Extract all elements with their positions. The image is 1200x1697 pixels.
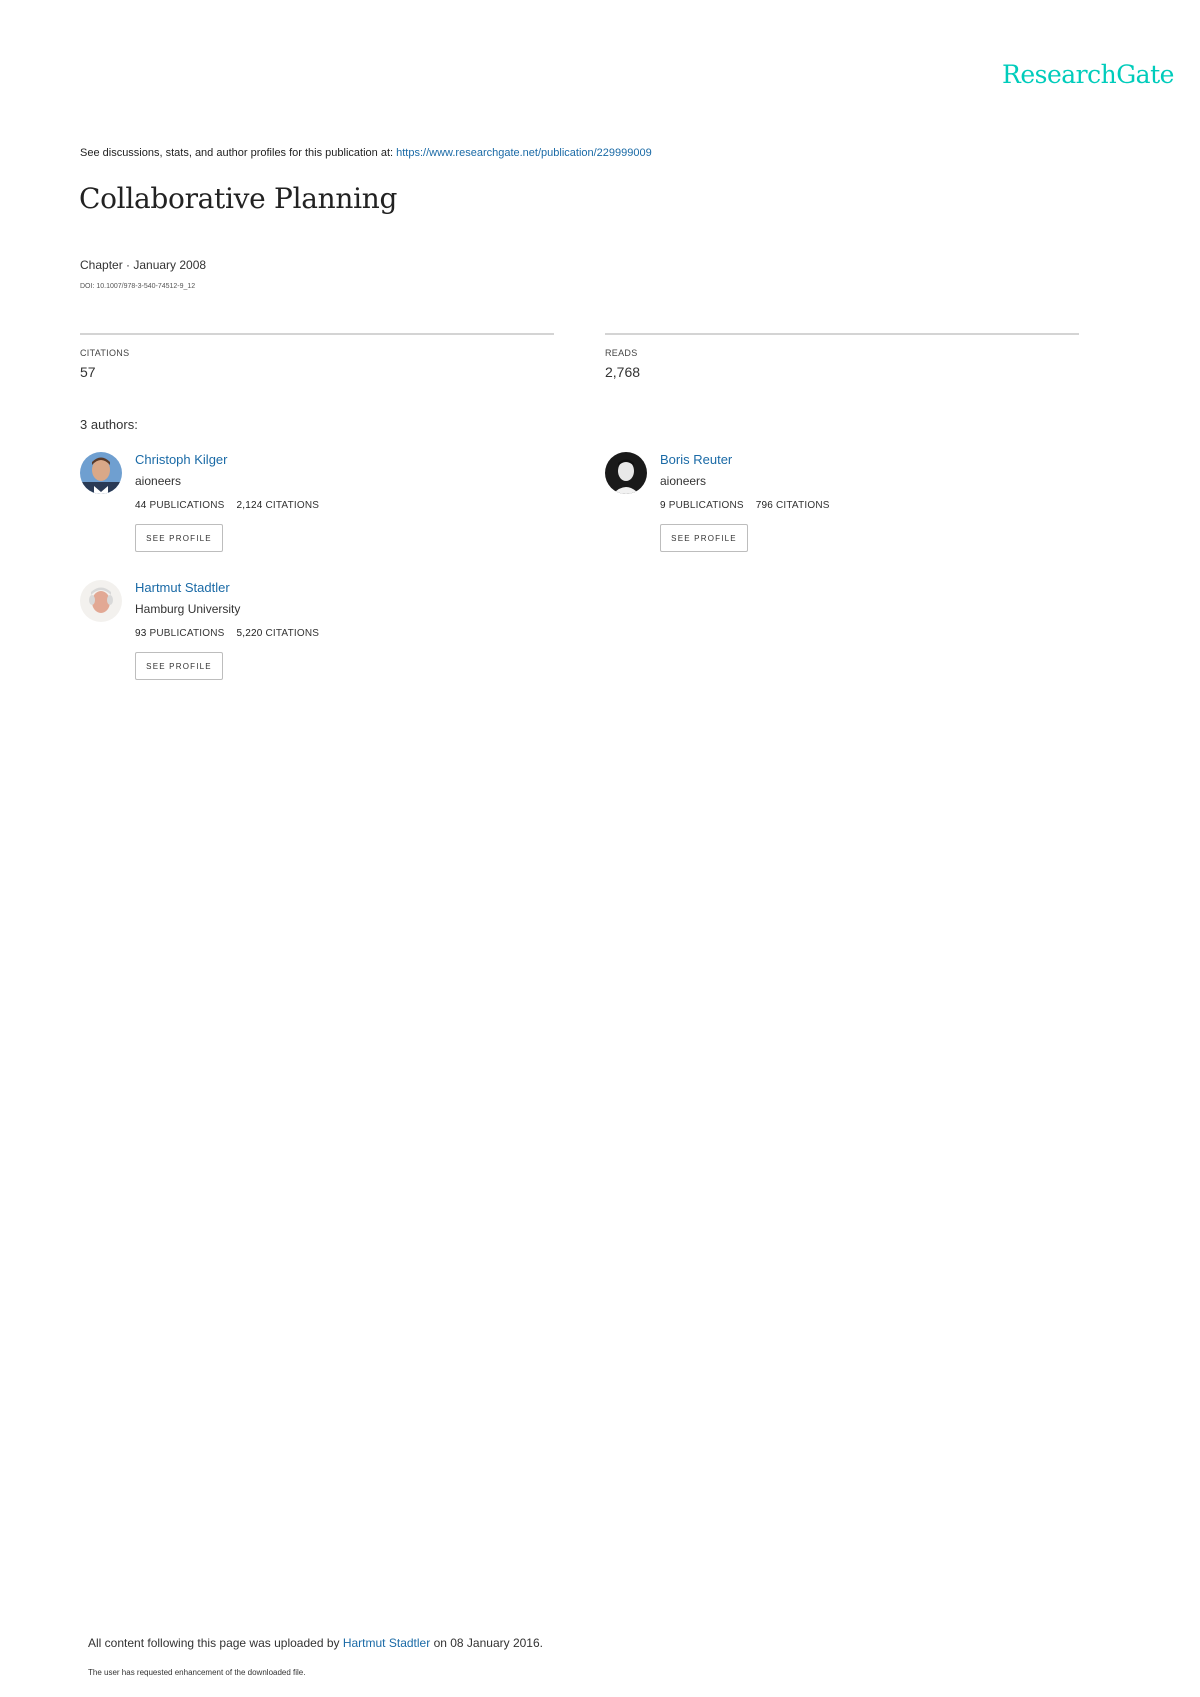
author-stats: 44 PUBLICATIONS 2,124 CITATIONS [135,500,319,511]
see-profile-button[interactable]: SEE PROFILE [135,524,223,552]
publications-count: 9 [660,500,666,511]
publications-label: PUBLICATIONS [149,500,225,511]
reads-value: 2,768 [605,364,641,380]
author-institution: aioneers [660,474,707,488]
publications-label: PUBLICATIONS [149,628,225,639]
citations-count: 5,220 [236,628,263,639]
author-institution: Hamburg University [135,602,241,616]
upload-notice: All content following this page was uplo… [88,1636,543,1650]
upload-prefix: All content following this page was uplo… [88,1636,340,1650]
avatar[interactable] [80,452,122,494]
researchgate-logo[interactable]: ResearchGate [1002,60,1174,89]
avatar[interactable] [80,580,122,622]
publications-count: 93 [135,628,147,639]
citations-count: 796 [755,500,773,511]
avatar[interactable] [605,452,647,494]
upload-suffix: on 08 January 2016. [433,1636,543,1650]
author-card: Boris Reuter aioneers 9 PUBLICATIONS 796… [605,452,1085,562]
authors-count: 3 authors: [80,417,138,432]
publications-label: PUBLICATIONS [668,500,744,511]
reads-label: READS [605,348,638,358]
see-profile-button[interactable]: SEE PROFILE [135,652,223,680]
author-institution: aioneers [135,474,182,488]
see-prefix: See discussions, stats, and author profi… [80,147,394,159]
doi-text: DOI: 10.1007/978-3-540-74512-9_12 [80,283,196,290]
author-card: Christoph Kilger aioneers 44 PUBLICATION… [80,452,560,562]
reads-divider [605,333,1079,335]
citations-value: 57 [80,364,96,380]
citations-divider [80,333,554,335]
author-name-link[interactable]: Hartmut Stadtler [135,580,230,595]
citations-label: CITATIONS [80,348,130,358]
publication-url-link[interactable]: https://www.researchgate.net/publication… [396,147,652,159]
citations-label: CITATIONS [265,628,320,639]
download-note: The user has requested enhancement of th… [88,1668,306,1677]
citations-count: 2,124 [236,500,263,511]
see-profile-button[interactable]: SEE PROFILE [660,524,748,552]
author-name-link[interactable]: Christoph Kilger [135,452,228,467]
citations-label: CITATIONS [775,500,830,511]
publications-count: 44 [135,500,147,511]
uploader-link[interactable]: Hartmut Stadtler [343,1636,430,1650]
publication-title: Collaborative Planning [79,182,398,215]
chapter-date: Chapter · January 2008 [80,258,207,272]
citations-label: CITATIONS [265,500,320,511]
author-stats: 93 PUBLICATIONS 5,220 CITATIONS [135,628,319,639]
author-stats: 9 PUBLICATIONS 796 CITATIONS [660,500,830,511]
publication-source-line: See discussions, stats, and author profi… [80,147,652,159]
author-name-link[interactable]: Boris Reuter [660,452,732,467]
author-card: Hartmut Stadtler Hamburg University 93 P… [80,580,560,690]
